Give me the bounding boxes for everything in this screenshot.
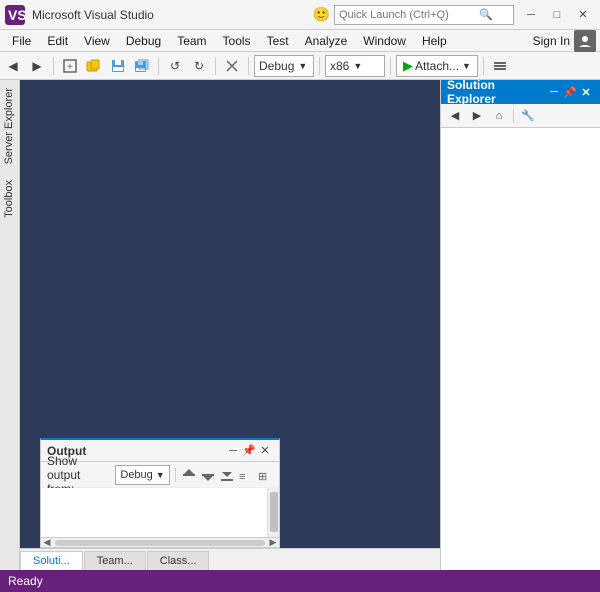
toolbar-extra-button[interactable] <box>489 55 511 77</box>
menu-tools[interactable]: Tools <box>215 30 259 52</box>
redo-button[interactable]: ↻ <box>188 55 210 77</box>
solution-explorer-close-button[interactable]: ✕ <box>578 84 594 100</box>
vs-logo: VS <box>4 4 26 26</box>
menu-window[interactable]: Window <box>355 30 414 52</box>
hscroll-left-btn[interactable]: ◀ <box>41 538 53 548</box>
output-vertical-scrollbar[interactable] <box>267 488 279 537</box>
solution-explorer-panel: Solution Explorer ─ 📌 ✕ ◀ ▶ ⌂ 🔧 <box>440 80 600 570</box>
open-file-button[interactable] <box>83 55 105 77</box>
output-scroll-down-btn[interactable] <box>200 465 216 485</box>
class-view-tab[interactable]: Class... <box>147 551 210 570</box>
hscroll-track <box>55 540 265 546</box>
toolbar-sep-1 <box>53 57 54 75</box>
editor-area: Output ─ 📌 ✕ Show output from: Debug ▼ <box>20 80 440 570</box>
sign-in-area: Sign In <box>533 30 596 52</box>
menu-test[interactable]: Test <box>259 30 297 52</box>
solution-nav-back-btn[interactable]: ◀ <box>445 106 465 126</box>
hscroll-right-btn[interactable]: ▶ <box>267 538 279 548</box>
new-project-button[interactable]: + <box>59 55 81 77</box>
solution-explorer-tab[interactable]: Soluti... <box>20 551 83 570</box>
server-explorer-tab[interactable]: Server Explorer <box>0 80 19 172</box>
output-close-button[interactable]: ✕ <box>257 443 273 459</box>
output-content <box>41 488 279 537</box>
back-button[interactable]: ◀ <box>2 55 24 77</box>
output-pin-icon[interactable]: 📌 <box>241 443 257 459</box>
output-horizontal-scrollbar[interactable]: ◀ ▶ <box>41 537 279 547</box>
svg-text:≡: ≡ <box>239 471 245 482</box>
solution-explorer-toolbar: ◀ ▶ ⌂ 🔧 <box>441 104 600 128</box>
menu-view[interactable]: View <box>76 30 118 52</box>
window-controls: ─ □ ✕ <box>518 5 596 25</box>
minimize-button[interactable]: ─ <box>518 5 544 25</box>
output-scroll-thumb <box>270 492 278 532</box>
toolbox-tab[interactable]: Toolbox <box>0 172 19 226</box>
output-filter-btn[interactable]: ⊞ <box>257 465 273 485</box>
close-button[interactable]: ✕ <box>570 5 596 25</box>
debug-config-dropdown[interactable]: Debug ▼ <box>254 55 314 77</box>
solution-explorer-title: Solution Explorer <box>447 78 546 106</box>
search-icon: 🔍 <box>479 8 493 21</box>
maximize-button[interactable]: □ <box>544 5 570 25</box>
team-explorer-tab[interactable]: Team... <box>84 551 146 570</box>
attach-button[interactable]: ▶ Attach... ▼ <box>396 55 478 77</box>
svg-text:VS: VS <box>8 7 26 23</box>
output-toolbar: Show output from: Debug ▼ ≡ <box>41 462 279 488</box>
toolbar-sep-6 <box>390 57 391 75</box>
output-pin-button[interactable]: ─ <box>225 443 241 459</box>
toolbar-sep-5 <box>319 57 320 75</box>
menu-edit[interactable]: Edit <box>39 30 76 52</box>
save-button[interactable] <box>107 55 129 77</box>
menu-debug[interactable]: Debug <box>118 30 169 52</box>
menu-analyze[interactable]: Analyze <box>297 30 356 52</box>
title-bar: VS Microsoft Visual Studio 🙂 🔍 ─ □ ✕ <box>0 0 600 30</box>
solution-explorer-auto-hide-button[interactable]: 📌 <box>562 84 578 100</box>
platform-dropdown[interactable]: x86 ▼ <box>325 55 385 77</box>
toolbar-sep-2 <box>158 57 159 75</box>
output-source-dropdown[interactable]: Debug ▼ <box>115 465 170 485</box>
solution-home-btn[interactable]: ⌂ <box>489 106 509 126</box>
forward-button[interactable]: ▶ <box>26 55 48 77</box>
left-sidebar: Server Explorer Toolbox <box>0 80 20 570</box>
quick-launch-input[interactable] <box>339 9 479 21</box>
toolbar-sep-3 <box>215 57 216 75</box>
output-scroll-up-btn[interactable] <box>181 465 197 485</box>
solution-explorer-title-bar: Solution Explorer ─ 📌 ✕ <box>441 80 600 104</box>
toolbar-sep-4 <box>248 57 249 75</box>
save-all-button[interactable] <box>131 55 153 77</box>
menu-help[interactable]: Help <box>414 30 455 52</box>
sign-in-text[interactable]: Sign In <box>533 34 570 48</box>
svg-text:⊞: ⊞ <box>258 471 267 482</box>
cut-button[interactable] <box>221 55 243 77</box>
menu-team[interactable]: Team <box>169 30 214 52</box>
status-text: Ready <box>8 574 43 588</box>
toolbar-sep-7 <box>483 57 484 75</box>
undo-button[interactable]: ↺ <box>164 55 186 77</box>
solution-nav-forward-btn[interactable]: ▶ <box>467 106 487 126</box>
menu-bar: File Edit View Debug Team Tools Test Ana… <box>0 30 600 52</box>
main-area: Server Explorer Toolbox Output ─ 📌 ✕ Sho… <box>0 80 600 570</box>
play-icon: ▶ <box>403 58 413 74</box>
bottom-tab-bar: Soluti... Team... Class... <box>20 548 440 570</box>
solution-explorer-content <box>441 128 600 570</box>
sign-in-icon[interactable] <box>574 30 596 52</box>
status-bar: Ready <box>0 570 600 592</box>
output-panel: Output ─ 📌 ✕ Show output from: Debug ▼ <box>40 438 280 548</box>
menu-file[interactable]: File <box>4 30 39 52</box>
app-title: Microsoft Visual Studio <box>32 8 313 22</box>
solution-settings-btn[interactable]: 🔧 <box>518 106 538 126</box>
output-scroll-to-end-btn[interactable] <box>219 465 235 485</box>
svg-text:+: + <box>67 62 73 73</box>
output-sep-1 <box>175 468 176 482</box>
toolbar: ◀ ▶ + ↺ ↻ Debug ▼ x86 ▼ ▶ Attach... ▼ <box>0 52 600 80</box>
quick-launch-search[interactable]: 🔍 <box>334 5 514 25</box>
solution-toolbar-sep <box>513 109 514 123</box>
solution-explorer-pin-button[interactable]: ─ <box>546 84 562 100</box>
output-wrap-btn[interactable]: ≡ <box>238 465 254 485</box>
smiley-icon: 🙂 <box>313 6 330 23</box>
